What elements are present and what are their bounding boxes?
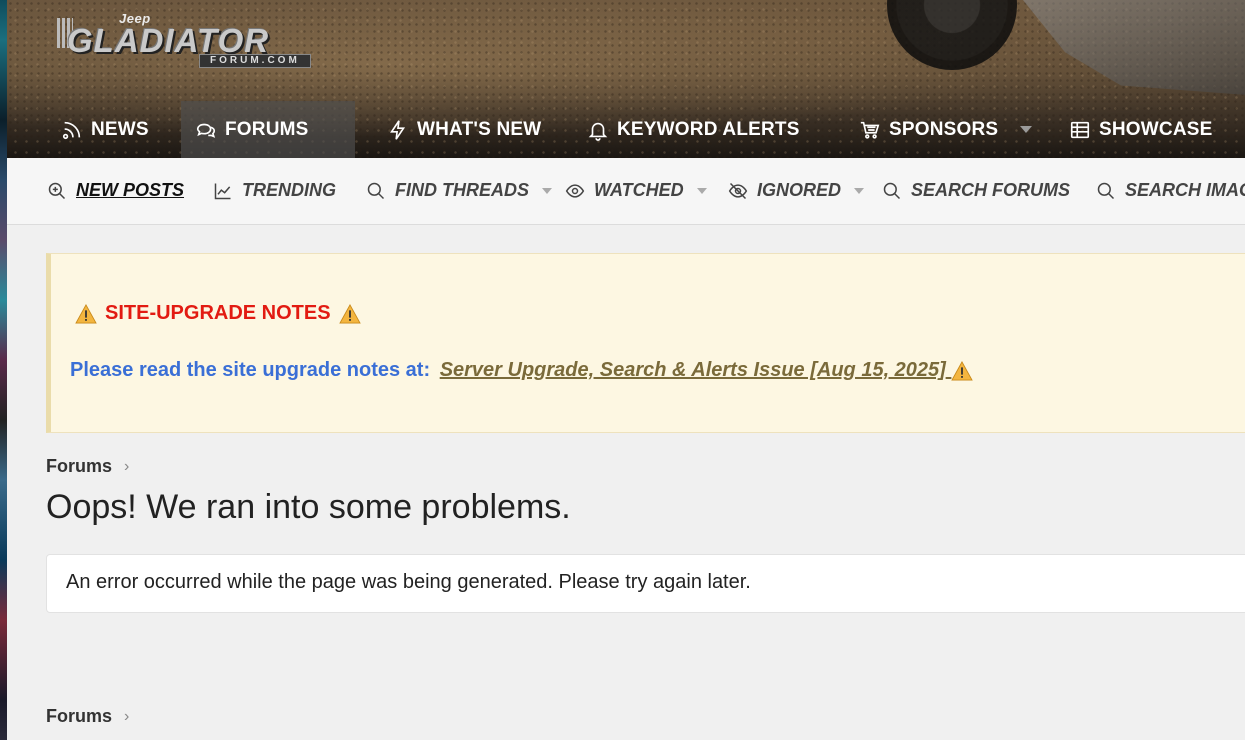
subnav-ignored-label: IGNORED bbox=[757, 180, 842, 200]
nav-keyword-alerts[interactable]: KEYWORD ALERTS bbox=[573, 101, 814, 158]
nav-forums[interactable]: FORUMS bbox=[181, 101, 355, 158]
eye-slash-icon bbox=[728, 182, 748, 199]
nav-forums-label: FORUMS bbox=[225, 118, 309, 140]
zoom-plus-icon bbox=[48, 182, 66, 199]
notice-body-prefix: Please read the site upgrade notes at: bbox=[70, 359, 431, 381]
nav-news[interactable]: NEWS bbox=[47, 101, 163, 158]
sub-nav: NEW POSTS TRENDING FIND THREADS WATCHED … bbox=[7, 158, 1245, 225]
nav-news-label: NEWS bbox=[91, 118, 149, 140]
eye-icon bbox=[565, 183, 585, 198]
chevron-down-icon[interactable] bbox=[696, 187, 707, 194]
nav-whats-new-label: WHAT'S NEW bbox=[417, 118, 542, 140]
subnav-ignored[interactable]: IGNORED bbox=[728, 180, 865, 201]
nav-showcase[interactable]: SHOWCASE bbox=[1055, 101, 1227, 158]
logo-subtitle: FORUM.COM bbox=[199, 54, 311, 68]
error-message: An error occurred while the page was bei… bbox=[66, 571, 751, 593]
subnav-find-threads-label: FIND THREADS bbox=[395, 180, 529, 200]
forums-chat-icon bbox=[196, 123, 216, 138]
notice-body: Please read the site upgrade notes at: S… bbox=[70, 359, 974, 382]
search-icon bbox=[367, 182, 385, 199]
notice-title: SITE-UPGRADE NOTES bbox=[75, 302, 361, 325]
chevron-down-icon[interactable] bbox=[542, 187, 552, 194]
subnav-watched[interactable]: WATCHED bbox=[565, 180, 707, 201]
breadcrumb-forums[interactable]: Forums bbox=[46, 706, 112, 727]
breadcrumb: Forums › bbox=[46, 456, 129, 477]
warning-icon bbox=[338, 303, 361, 324]
trending-chart-icon bbox=[214, 183, 231, 199]
site-logo[interactable]: Jeep GLADIATOR FORUM.COM bbox=[57, 10, 357, 70]
error-message-box: An error occurred while the page was bei… bbox=[46, 554, 1245, 613]
subnav-new-posts-label: NEW POSTS bbox=[76, 180, 185, 200]
search-icon bbox=[883, 182, 901, 199]
chevron-right-icon: › bbox=[124, 457, 130, 475]
table-icon bbox=[1070, 121, 1090, 138]
notice-link[interactable]: Server Upgrade, Search & Alerts Issue [A… bbox=[440, 359, 974, 381]
bell-icon bbox=[588, 122, 608, 141]
warning-icon bbox=[951, 360, 974, 381]
nav-sponsors-label: SPONSORS bbox=[889, 118, 999, 140]
subnav-search-images-label: SEARCH IMAG bbox=[1125, 180, 1245, 200]
subnav-search-images[interactable]: SEARCH IMAG bbox=[1096, 180, 1245, 201]
breadcrumb-bottom: Forums › bbox=[46, 706, 129, 727]
search-icon bbox=[1097, 182, 1115, 199]
notice-title-text: SITE-UPGRADE NOTES bbox=[105, 302, 331, 324]
chevron-down-icon[interactable] bbox=[1020, 126, 1033, 133]
breadcrumb-forums[interactable]: Forums bbox=[46, 456, 112, 477]
nav-showcase-label: SHOWCASE bbox=[1099, 118, 1213, 140]
news-icon bbox=[62, 121, 81, 139]
subnav-new-posts[interactable]: NEW POSTS bbox=[47, 180, 184, 201]
nav-whats-new[interactable]: WHAT'S NEW bbox=[373, 101, 555, 158]
site-header: Jeep GLADIATOR FORUM.COM NEWS FORUMS WHA… bbox=[7, 0, 1245, 158]
chevron-down-icon[interactable] bbox=[854, 187, 865, 194]
subnav-search-forums-label: SEARCH FORUMS bbox=[911, 180, 1071, 200]
page-title: Oops! We ran into some problems. bbox=[46, 488, 571, 526]
adjacent-window-strip bbox=[0, 0, 7, 740]
bolt-icon bbox=[390, 119, 406, 140]
subnav-trending-label: TRENDING bbox=[242, 180, 336, 200]
site-notice: SITE-UPGRADE NOTES Please read the site … bbox=[46, 253, 1245, 433]
notice-link-text: Server Upgrade, Search & Alerts Issue [A… bbox=[439, 359, 946, 381]
chevron-right-icon: › bbox=[124, 707, 130, 725]
subnav-find-threads[interactable]: FIND THREADS bbox=[366, 180, 552, 201]
warning-icon bbox=[75, 303, 97, 324]
subnav-trending[interactable]: TRENDING bbox=[213, 180, 336, 201]
subnav-watched-label: WATCHED bbox=[594, 180, 684, 200]
nav-sponsors[interactable]: SPONSORS bbox=[845, 101, 1046, 158]
nav-keyword-alerts-label: KEYWORD ALERTS bbox=[617, 118, 800, 140]
main-nav: NEWS FORUMS WHAT'S NEW KEYWORD ALERTS SP… bbox=[7, 101, 1245, 158]
cart-icon bbox=[860, 121, 880, 139]
subnav-search-forums[interactable]: SEARCH FORUMS bbox=[882, 180, 1070, 201]
